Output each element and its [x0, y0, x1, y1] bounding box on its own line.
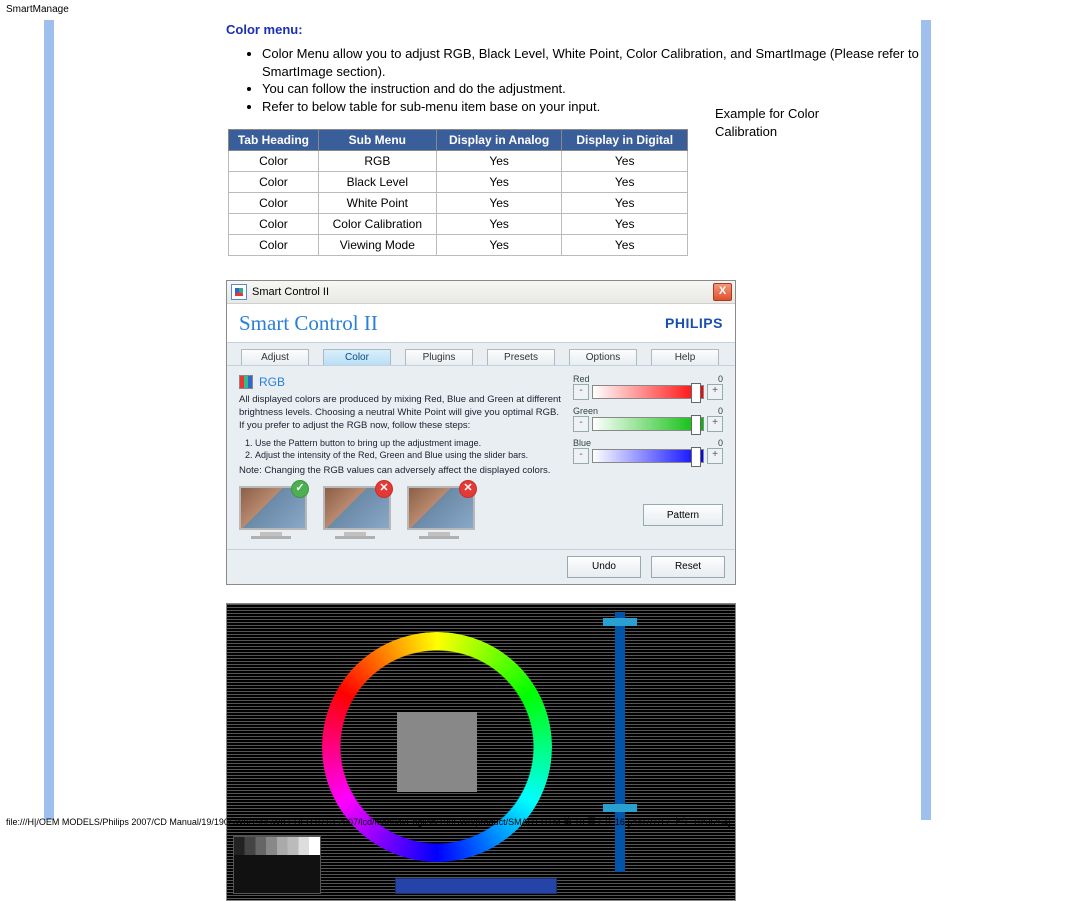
- cell: Yes: [562, 235, 688, 256]
- slider-label: Red: [573, 374, 590, 384]
- thumbnail[interactable]: ✕: [407, 486, 471, 539]
- table-row: Color Black Level Yes Yes: [229, 172, 688, 193]
- table-row: Color Color Calibration Yes Yes: [229, 214, 688, 235]
- slider-track-red[interactable]: [592, 385, 704, 399]
- tab-presets[interactable]: Presets: [487, 349, 555, 365]
- cell: Yes: [562, 172, 688, 193]
- preview-thumbnails: ✓ ✕ ✕: [239, 486, 561, 539]
- tab-bar: Adjust Color Plugins Presets Options Hel…: [227, 343, 735, 365]
- cell: Yes: [436, 151, 562, 172]
- rgb-note: Note: Changing the RGB values can advers…: [239, 465, 561, 478]
- cell: Color: [229, 214, 319, 235]
- cell: Yes: [436, 235, 562, 256]
- slider-track-green[interactable]: [592, 417, 704, 431]
- check-icon: ✓: [291, 480, 309, 498]
- reset-button[interactable]: Reset: [651, 556, 725, 578]
- bullet-item: Color Menu allow you to adjust RGB, Blac…: [262, 45, 926, 80]
- calibration-pattern: [226, 603, 736, 901]
- app-header: Smart Control II PHILIPS: [227, 304, 735, 343]
- window-footer: Undo Reset: [227, 549, 735, 584]
- window-titlebar[interactable]: Smart Control II X: [227, 281, 735, 304]
- minus-button[interactable]: -: [573, 384, 589, 400]
- tab-adjust[interactable]: Adjust: [241, 349, 309, 365]
- submenu-table: Tab Heading Sub Menu Display in Analog D…: [228, 129, 688, 256]
- cell: Color: [229, 235, 319, 256]
- tab-color[interactable]: Color: [323, 349, 391, 365]
- cell: White Point: [318, 193, 436, 214]
- cell: Color: [229, 193, 319, 214]
- gray-square: [397, 712, 477, 792]
- table-row: Color Viewing Mode Yes Yes: [229, 235, 688, 256]
- marker: [603, 804, 637, 812]
- minus-button[interactable]: -: [573, 448, 589, 464]
- smartcontrol-window: Smart Control II X Smart Control II PHIL…: [226, 280, 736, 585]
- cell: Viewing Mode: [318, 235, 436, 256]
- slider-track-blue[interactable]: [592, 449, 704, 463]
- step-item: Adjust the intensity of the Red, Green a…: [255, 449, 561, 461]
- tab-help[interactable]: Help: [651, 349, 719, 365]
- cell: Black Level: [318, 172, 436, 193]
- panel-right: Red 0 - + Green 0 - + Blue 0: [573, 374, 723, 539]
- plus-button[interactable]: +: [707, 416, 723, 432]
- app-icon: [231, 284, 247, 300]
- table-header: Sub Menu: [318, 130, 436, 151]
- plus-button[interactable]: +: [707, 384, 723, 400]
- gradient-swatch: [233, 836, 321, 894]
- cell: RGB: [318, 151, 436, 172]
- slider-label: Green: [573, 406, 598, 416]
- minus-button[interactable]: -: [573, 416, 589, 432]
- cell: Color: [229, 172, 319, 193]
- pattern-button[interactable]: Pattern: [643, 504, 723, 526]
- slider-green: Green 0 - +: [573, 406, 723, 432]
- slider-red: Red 0 - +: [573, 374, 723, 400]
- table-header: Display in Digital: [562, 130, 688, 151]
- taskbar-overlay: [395, 878, 557, 894]
- cell: Yes: [436, 214, 562, 235]
- slider-value: 0: [718, 406, 723, 416]
- cross-icon: ✕: [375, 480, 393, 498]
- vertical-bar: [615, 612, 625, 872]
- cell: Yes: [436, 172, 562, 193]
- thumbnail[interactable]: ✕: [323, 486, 387, 539]
- tab-plugins[interactable]: Plugins: [405, 349, 473, 365]
- slider-value: 0: [718, 374, 723, 384]
- marker: [603, 618, 637, 626]
- rgb-icon: [239, 375, 253, 389]
- side-note: Example for Color Calibration: [715, 105, 865, 140]
- close-icon[interactable]: X: [713, 283, 732, 301]
- cell: Color: [229, 151, 319, 172]
- cell: Color Calibration: [318, 214, 436, 235]
- cross-icon: ✕: [459, 480, 477, 498]
- step-item: Use the Pattern button to bring up the a…: [255, 437, 561, 449]
- decorative-bar-left: [44, 20, 54, 820]
- rgb-label: RGB: [259, 374, 285, 390]
- section-title: Color menu:: [226, 22, 926, 37]
- bullet-item: You can follow the instruction and do th…: [262, 80, 926, 98]
- undo-button[interactable]: Undo: [567, 556, 641, 578]
- page-header-small: SmartManage: [0, 0, 1080, 15]
- slider-label: Blue: [573, 438, 591, 448]
- app-title: Smart Control II: [239, 311, 378, 336]
- window-title: Smart Control II: [252, 286, 329, 298]
- cell: Yes: [562, 214, 688, 235]
- brand-logo: PHILIPS: [665, 315, 723, 331]
- plus-button[interactable]: +: [707, 448, 723, 464]
- thumbnail[interactable]: ✓: [239, 486, 303, 539]
- rgb-description: All displayed colors are produced by mix…: [239, 394, 561, 432]
- tab-options[interactable]: Options: [569, 349, 637, 365]
- table-header: Display in Analog: [436, 130, 562, 151]
- table-header: Tab Heading: [229, 130, 319, 151]
- table-row: Color RGB Yes Yes: [229, 151, 688, 172]
- slider-value: 0: [718, 438, 723, 448]
- footer-path: file:///H|/OEM MODELS/Philips 2007/CD Ma…: [6, 815, 1074, 828]
- cell: Yes: [562, 151, 688, 172]
- panel-left: RGB All displayed colors are produced by…: [239, 374, 561, 539]
- cell: Yes: [562, 193, 688, 214]
- table-row: Color White Point Yes Yes: [229, 193, 688, 214]
- cell: Yes: [436, 193, 562, 214]
- slider-blue: Blue 0 - +: [573, 438, 723, 464]
